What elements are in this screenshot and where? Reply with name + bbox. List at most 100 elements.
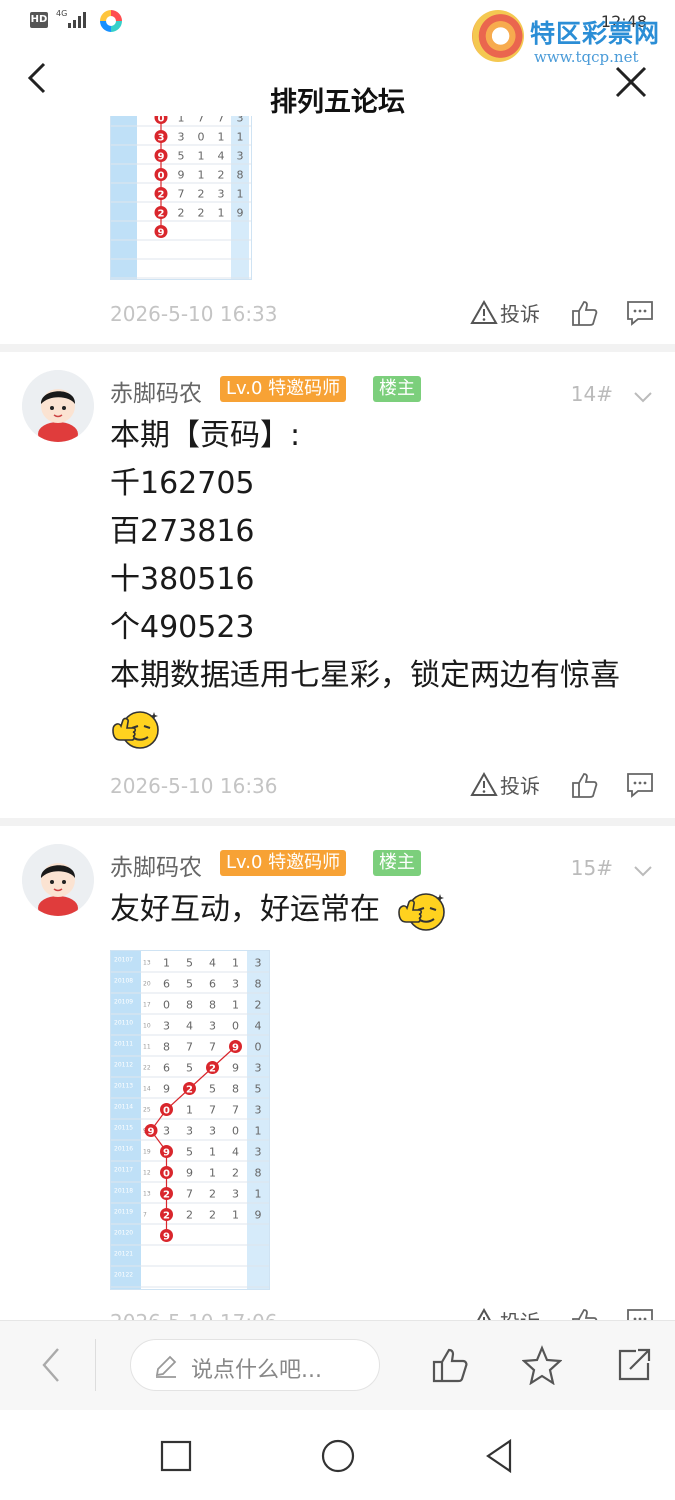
avatar[interactable] <box>22 844 94 916</box>
issue-label: 20118 <box>114 1188 133 1195</box>
digit-cell: 3 <box>232 1188 239 1201</box>
sum-label: 19 <box>143 1149 151 1156</box>
sum-label: 7 <box>143 1212 147 1219</box>
highlight-digit: 9 <box>163 1148 170 1159</box>
digit-cell: 7 <box>186 1188 193 1201</box>
nav-square-icon[interactable] <box>156 1436 196 1476</box>
chevron-down-icon[interactable] <box>633 864 653 878</box>
comment-icon[interactable] <box>625 770 655 800</box>
star-icon[interactable] <box>522 1345 562 1385</box>
post-image[interactable]: 20107 13 1 5 4 1 3 20108 20 6 5 6 3 8 20109 17 0 8 8 1 2 2011… <box>110 950 270 1290</box>
digit-cell: 1 <box>209 1167 216 1180</box>
comment-input[interactable]: 说点什么吧... <box>130 1339 380 1391</box>
digit-cell: 6 <box>163 978 170 991</box>
report-button[interactable]: 投诉 <box>470 298 540 327</box>
post-meta: 2026-5-10 16:36 投诉 <box>0 768 675 808</box>
report-icon <box>470 299 498 324</box>
watermark-logo <box>472 10 524 62</box>
digit-cell: 4 <box>186 1020 193 1033</box>
trend-chart-image: 01773330119514309128272312221990390229 <box>111 116 251 279</box>
issue-label: 20111 <box>114 1041 133 1048</box>
digit-cell: 7 <box>209 1104 216 1117</box>
digit-cell: 8 <box>255 1167 262 1180</box>
digit-cell: 8 <box>237 169 244 182</box>
chevron-down-icon[interactable] <box>633 390 653 404</box>
like-icon[interactable] <box>570 770 600 800</box>
issue-label: 20107 <box>114 957 133 964</box>
digit-cell: 9 <box>237 207 244 220</box>
avatar[interactable] <box>22 370 94 442</box>
post-meta: 2026-5-10 17:06 投诉 <box>0 1304 675 1320</box>
digit-cell: 3 <box>232 978 239 991</box>
like-icon[interactable] <box>430 1345 470 1385</box>
issue-label: 20110 <box>114 1020 133 1027</box>
post-text: 千162705 <box>110 466 255 501</box>
digit-cell: 1 <box>218 131 225 144</box>
digit-cell: 8 <box>186 999 193 1012</box>
floor-number: 14# <box>570 382 613 406</box>
like-icon[interactable] <box>570 298 600 328</box>
close-icon[interactable] <box>611 62 651 102</box>
comment-icon[interactable] <box>625 298 655 328</box>
digit-cell: 9 <box>178 169 185 182</box>
highlight-digit: 2 <box>163 1211 170 1222</box>
highlight-digit: 2 <box>209 1064 216 1075</box>
digit-cell: 2 <box>232 1167 239 1180</box>
share-icon[interactable] <box>614 1345 654 1385</box>
post-text: 本期【贡码】: <box>110 418 301 453</box>
digit-cell: 3 <box>237 150 244 163</box>
nav-triangle-icon[interactable] <box>480 1436 520 1476</box>
network-indicator: 4G <box>56 9 68 18</box>
sum-label: 20 <box>143 981 151 988</box>
issue-label: 20115 <box>114 1125 133 1132</box>
digit-cell: 1 <box>218 207 225 220</box>
thumbs-up-emoji-icon <box>398 893 445 931</box>
digit-cell: 0 <box>232 1125 239 1138</box>
digit-cell: 5 <box>186 1146 193 1159</box>
username[interactable]: 赤脚码农 <box>110 374 202 408</box>
like-icon[interactable] <box>570 1306 600 1320</box>
bottom-action-bar: 说点什么吧... <box>0 1320 675 1410</box>
post-text: 友好互动，好运常在 <box>110 892 380 927</box>
trend-chart-image: 20107 13 1 5 4 1 320108 20 6 5 6 3 820109 17 0 8 8 1 22011… <box>111 951 269 1289</box>
post-list[interactable]: 01773330119514309128272312221990390229 2… <box>0 116 675 1320</box>
digit-cell: 7 <box>198 116 205 125</box>
post-time: 2026-5-10 16:36 <box>110 774 278 798</box>
app-notification-icon <box>100 10 122 32</box>
back-icon[interactable] <box>32 1345 72 1385</box>
highlight-digit: 9 <box>232 1043 239 1054</box>
digit-cell: 0 <box>163 999 170 1012</box>
highlight-digit: 0 <box>158 171 165 182</box>
issue-column <box>111 116 137 279</box>
digit-cell: 8 <box>255 978 262 991</box>
report-label: 投诉 <box>500 1306 540 1320</box>
post-text: 个490523 <box>110 610 255 645</box>
highlight-digit: 0 <box>163 1169 170 1180</box>
system-nav-bar <box>0 1410 675 1500</box>
post-time: 2026-5-10 16:33 <box>110 302 278 326</box>
nav-circle-icon[interactable] <box>318 1436 358 1476</box>
digit-cell: 8 <box>232 1083 239 1096</box>
digit-cell: 3 <box>255 1146 262 1159</box>
digit-cell: 8 <box>209 999 216 1012</box>
digit-cell: 5 <box>186 978 193 991</box>
avatar-image <box>22 844 94 916</box>
comment-icon[interactable] <box>625 1306 655 1320</box>
digit-cell: 3 <box>237 116 244 125</box>
digit-cell: 0 <box>232 1020 239 1033</box>
post-image[interactable]: 01773330119514309128272312221990390229 <box>110 116 252 280</box>
report-button[interactable]: 投诉 <box>470 770 540 799</box>
issue-label: 20113 <box>114 1083 133 1090</box>
watermark-title: 特区彩票网 <box>530 19 661 48</box>
digit-cell: 7 <box>232 1104 239 1117</box>
username[interactable]: 赤脚码农 <box>110 848 202 882</box>
digit-cell: 2 <box>198 207 205 220</box>
post-text: 百273816 <box>110 514 255 549</box>
sum-label: 22 <box>143 1065 151 1072</box>
digit-cell: 1 <box>186 1104 193 1117</box>
digit-cell: 3 <box>209 1125 216 1138</box>
digit-cell: 1 <box>237 131 244 144</box>
report-button[interactable]: 投诉 <box>470 1306 540 1320</box>
report-label: 投诉 <box>500 302 540 326</box>
owner-badge: 楼主 <box>373 376 421 402</box>
